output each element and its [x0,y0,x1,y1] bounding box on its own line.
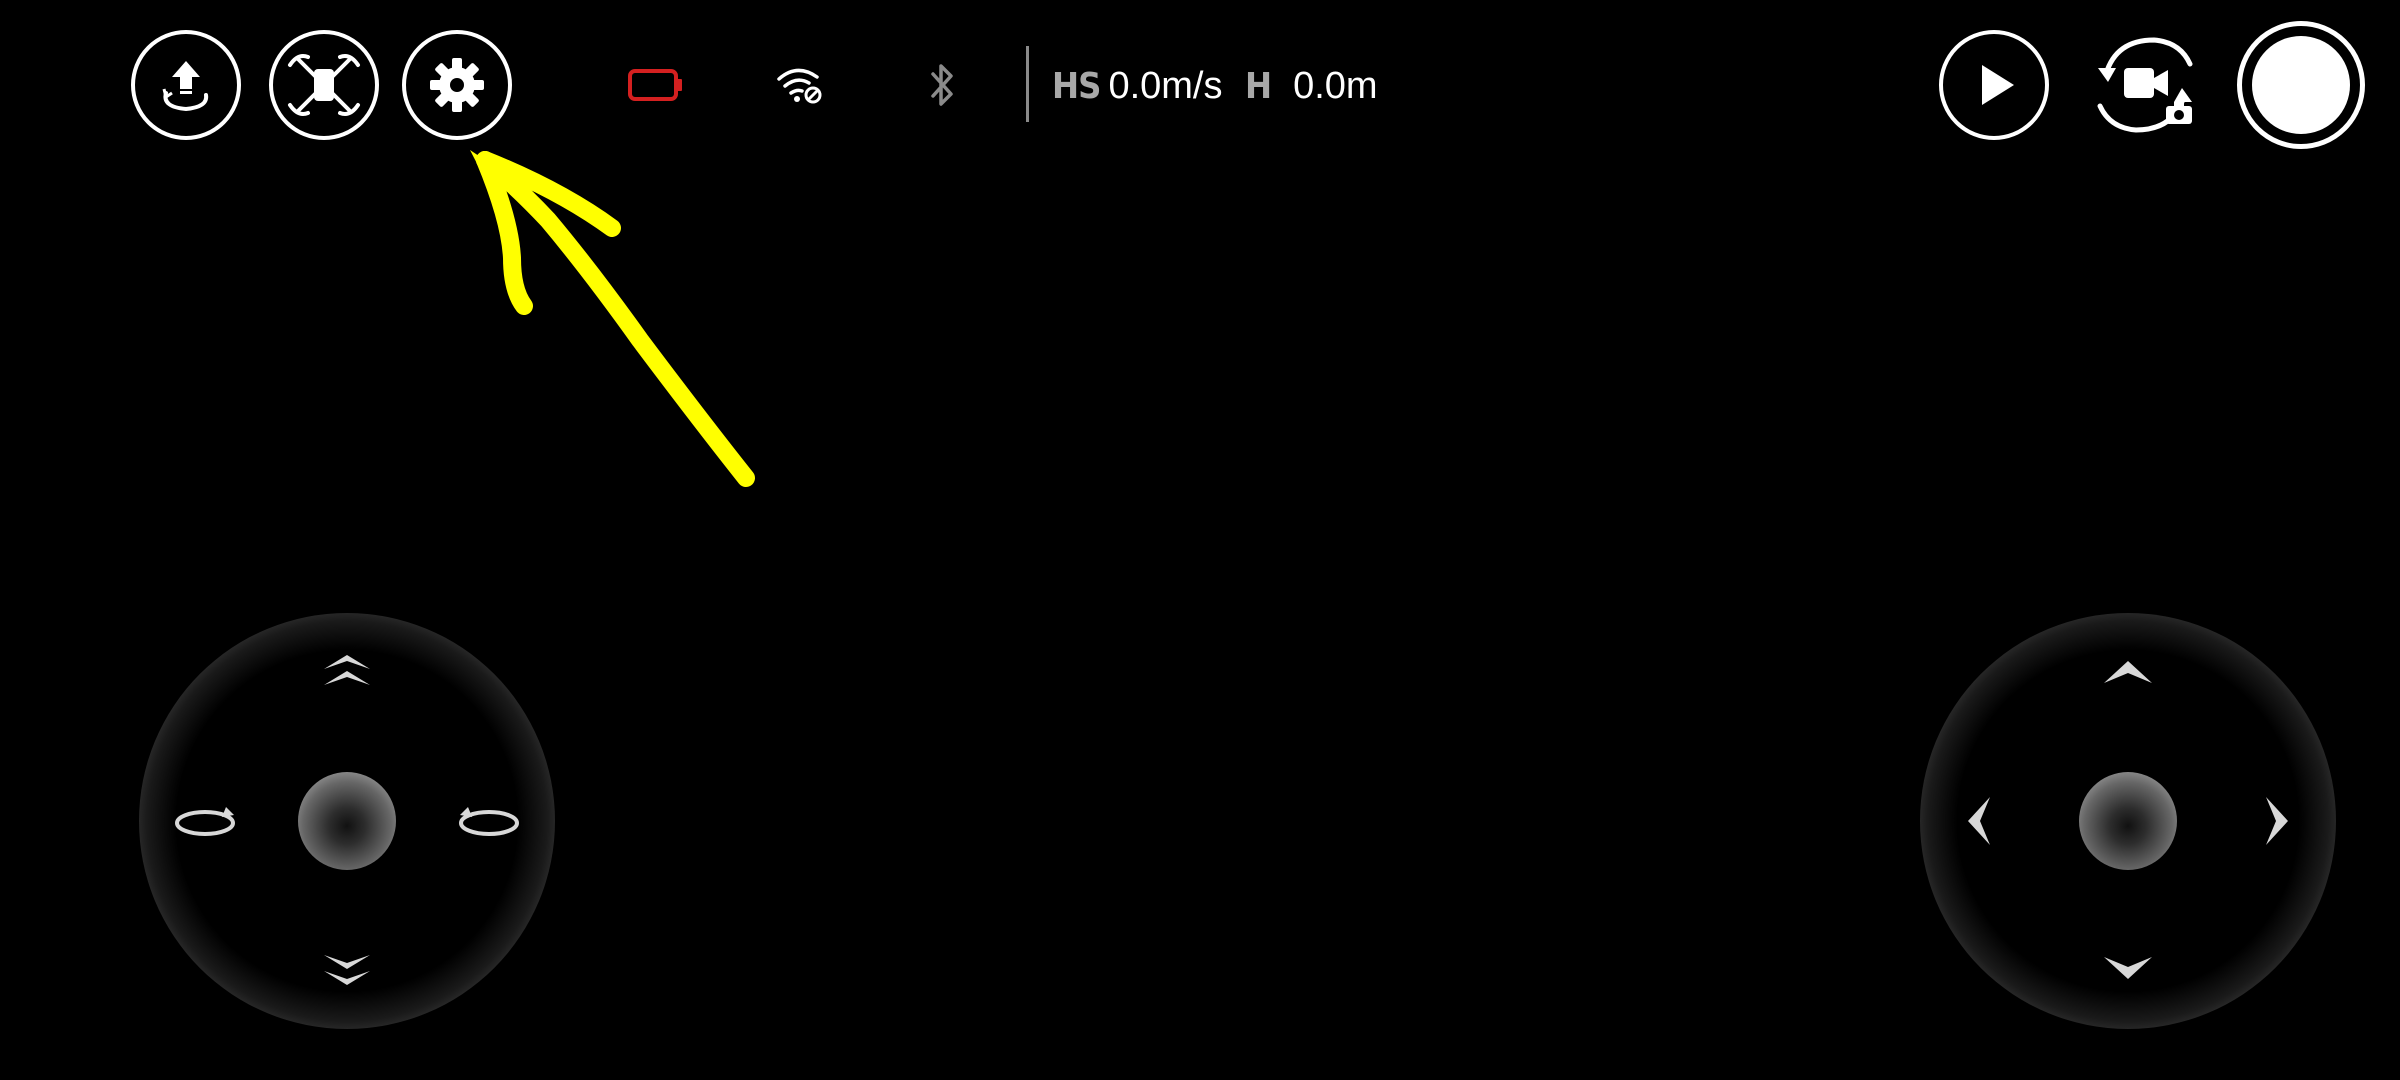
chevron-left-icon [1962,793,1994,849]
drone-icon [288,54,360,116]
hs-value: 0.0m/s [1108,64,1223,107]
horizontal-speed-readout: HS 0.0m/s [1052,58,1222,114]
h-value: 0.0m [1293,64,1378,107]
chevron-double-up-icon [317,651,377,691]
wifi-indicator [772,52,828,118]
left-joystick-knob[interactable] [298,772,396,870]
bluetooth-indicator [920,52,964,118]
shutter-button[interactable] [2237,21,2365,149]
chevron-up-icon [2100,655,2156,687]
rotate-right-icon [453,799,525,843]
chevron-double-down-icon [317,949,377,989]
h-label: H [1245,65,1272,107]
right-joystick-knob[interactable] [2079,772,2177,870]
flight-screen: HS 0.0m/s H 0.0m [0,0,2400,1080]
drone-status-button[interactable] [269,30,379,140]
playback-button[interactable] [1939,30,2049,140]
settings-button[interactable] [402,30,512,140]
right-joystick[interactable] [1920,613,2336,1029]
rotate-left-icon [169,799,241,843]
hs-label: HS [1052,65,1101,107]
battery-icon [628,69,682,101]
gear-icon [430,58,484,112]
takeoff-icon [162,61,209,112]
shutter-icon [2252,36,2350,134]
chevron-right-icon [2262,793,2294,849]
takeoff-button[interactable] [131,30,241,140]
chevron-down-icon [2100,953,2156,985]
bluetooth-icon [931,64,953,106]
camera-switch-icon [2097,37,2193,133]
wifi-icon [777,68,822,104]
height-readout: H 0.0m [1245,58,1378,114]
play-icon [1982,65,2014,105]
status-divider [1026,46,1029,122]
camera-mode-switch-button[interactable] [2090,30,2200,140]
battery-indicator [626,52,686,118]
left-joystick[interactable] [139,613,555,1029]
